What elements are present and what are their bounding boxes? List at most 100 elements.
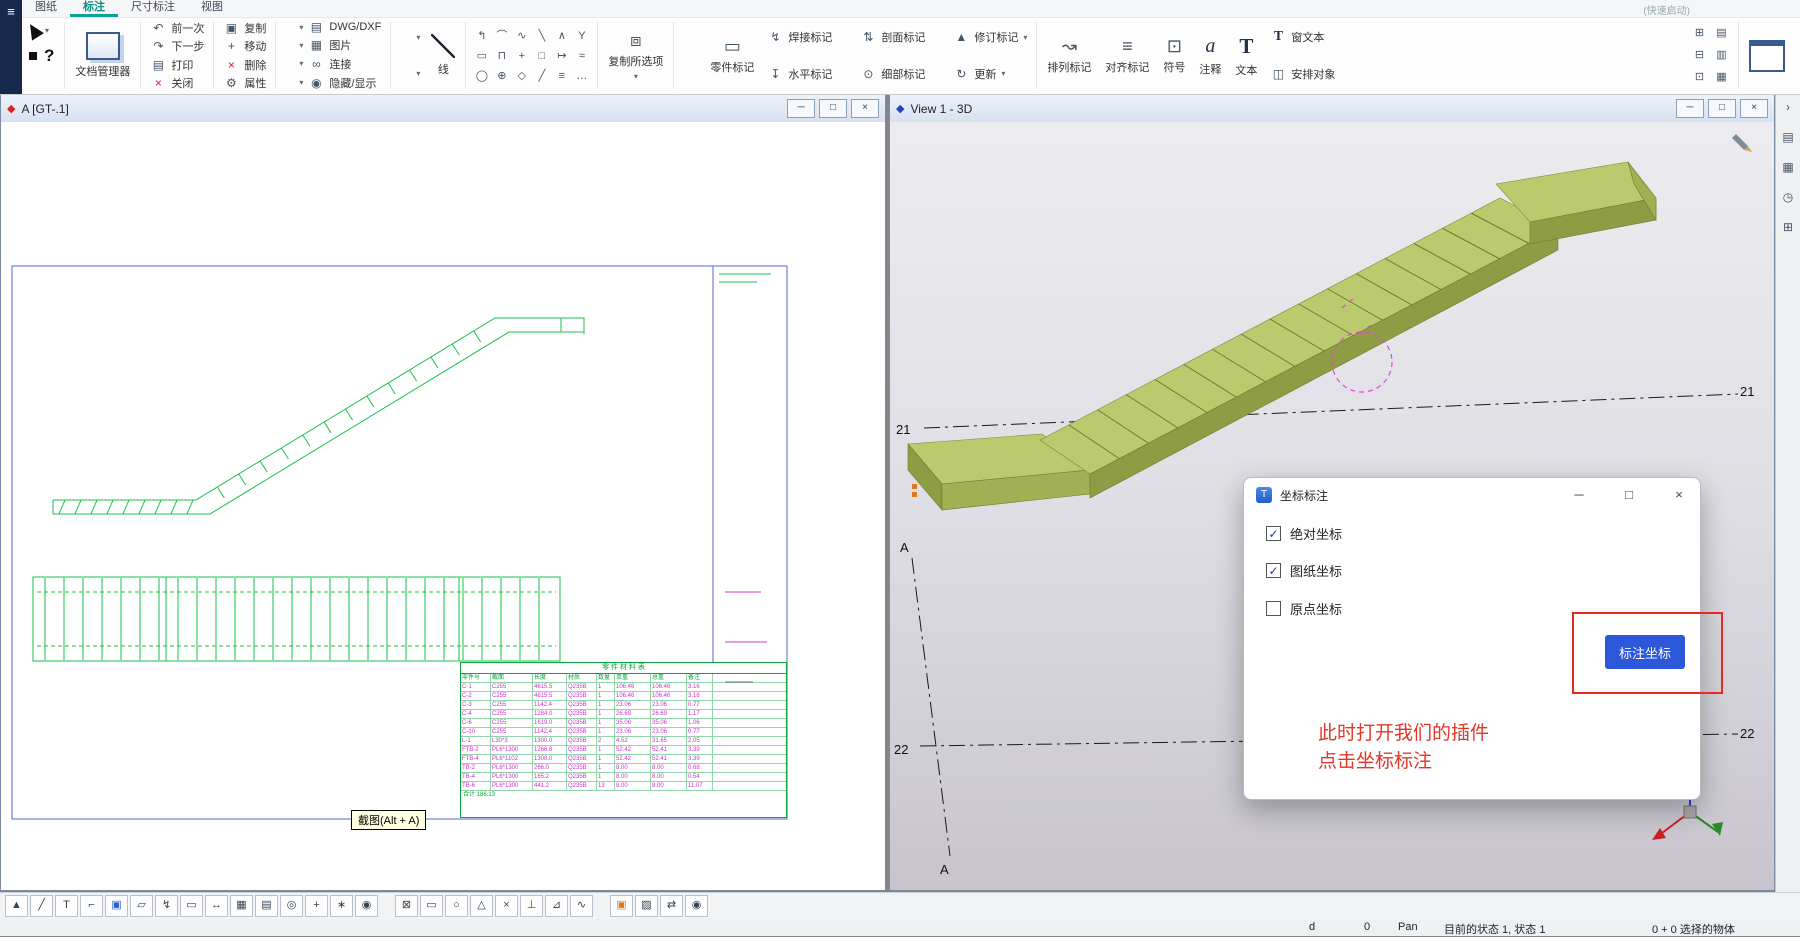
select-span[interactable]: ↔ <box>205 895 228 917</box>
pick-box-icon[interactable] <box>29 52 37 60</box>
select-grid[interactable]: ▦ <box>230 895 253 917</box>
hatch-tool[interactable]: ≡ <box>553 67 570 84</box>
snap-hatched[interactable]: ▨ <box>635 895 658 917</box>
point-tool[interactable]: ⊕ <box>493 67 510 84</box>
snap-curve[interactable]: ∿ <box>570 895 593 917</box>
select-pointer[interactable]: ▲ <box>5 895 28 917</box>
arc-tool[interactable]: ⌒ <box>493 27 510 44</box>
text-button[interactable]: T文本 <box>1228 17 1264 94</box>
move-button[interactable]: +移动 <box>221 38 268 54</box>
model-view-area[interactable]: 21 21 22 22 A A <box>890 122 1774 890</box>
snap-arrows[interactable]: ⇄ <box>660 895 683 917</box>
section-mark-button[interactable]: ⇅剖面标记 <box>858 29 927 45</box>
revision-caret[interactable]: ▾ <box>1023 33 1027 42</box>
ribbon-tab-1[interactable]: 图纸 <box>22 0 70 17</box>
select-filled-area[interactable]: ▣ <box>105 895 128 917</box>
pan-tool[interactable]: + <box>305 895 328 917</box>
circle-tool[interactable]: ◯ <box>473 67 490 84</box>
quick-launch[interactable]: (快速启动) <box>1643 2 1690 17</box>
view-close-button[interactable]: × <box>1740 99 1768 118</box>
mini-layout-6[interactable]: ▦ <box>1712 68 1731 87</box>
curve-tool[interactable]: ∿ <box>513 27 530 44</box>
select-hatch[interactable]: ▤ <box>255 895 278 917</box>
diamond-tool[interactable]: ◇ <box>513 67 530 84</box>
select-rect[interactable]: ▭ <box>180 895 203 917</box>
drawing-canvas-area[interactable]: 零 件 材 料 表零件号截面长度材质数量单重总重备注C-1C2554615.5Q… <box>1 122 885 890</box>
drawing-restore-button[interactable]: □ <box>819 99 847 118</box>
origin-coordinates-checkbox[interactable] <box>1266 601 1281 616</box>
select-dimension[interactable]: ⌐ <box>80 895 103 917</box>
slope-tool[interactable]: ╱ <box>533 67 550 84</box>
window-text-button[interactable]: T窗文本 <box>1268 29 1337 45</box>
select-part[interactable]: ▱ <box>130 895 153 917</box>
snap-circle[interactable]: ○ <box>445 895 468 917</box>
arch-tool[interactable]: ⊓ <box>493 47 510 64</box>
ribbon-tab-4[interactable]: 视图 <box>188 0 236 17</box>
visibility-tool[interactable]: ◉ <box>355 895 378 917</box>
update-caret[interactable]: ▾ <box>1001 69 1005 78</box>
line-dropdown-caret-1[interactable]: ▾ <box>416 33 420 42</box>
select-weld[interactable]: ↯ <box>155 895 178 917</box>
part-mark-button[interactable]: ▭ 零件标记 <box>703 17 761 94</box>
mini-layout-1[interactable]: ⊞ <box>1690 24 1709 43</box>
close-drawing-button[interactable]: ×关闭 <box>148 75 206 91</box>
line-segment-tool[interactable]: ╲ <box>533 27 550 44</box>
ribbon-tab-3[interactable]: 尺寸标注 <box>118 0 188 17</box>
drawing-close-button[interactable]: × <box>851 99 879 118</box>
dwg-dropdown-caret[interactable]: ▾ <box>299 23 303 32</box>
copy-selected-caret[interactable]: ▾ <box>634 72 638 81</box>
mini-layout-3[interactable]: ⊟ <box>1690 46 1709 65</box>
symbol-button[interactable]: ⊡符号 <box>1156 17 1192 94</box>
snap-triangle[interactable]: △ <box>470 895 493 917</box>
copy-selected-button[interactable]: ⧈ 复制所选项 ▾ <box>601 17 670 94</box>
more-tools[interactable]: … <box>573 67 590 84</box>
snap-perpendicular[interactable]: ⊥ <box>520 895 543 917</box>
note-button[interactable]: a注释 <box>1192 17 1228 94</box>
hide-show-button[interactable]: ▾◉隐藏/显示 <box>297 75 383 91</box>
model-view-titlebar[interactable]: ◆ View 1 - 3D ─ □ × <box>890 95 1774 123</box>
zoom-tool[interactable]: ◎ <box>280 895 303 917</box>
line-dropdown-caret-2[interactable]: ▾ <box>416 69 420 78</box>
delete-button[interactable]: ×删除 <box>221 57 268 73</box>
select-text-tool[interactable]: T <box>55 895 78 917</box>
cross-tool[interactable]: + <box>513 47 530 64</box>
wave-tool[interactable]: ≈ <box>573 47 590 64</box>
offset-tool[interactable]: ↦ <box>553 47 570 64</box>
align-marks-button[interactable]: ≡对齐标记 <box>1098 17 1156 94</box>
dialog-titlebar[interactable]: T 坐标标注 ─ □ × <box>1244 478 1700 512</box>
panel-apps[interactable]: ⊞ <box>1783 220 1793 234</box>
link-dropdown-caret[interactable]: ▾ <box>299 59 303 68</box>
absolute-coordinates-checkbox[interactable]: ✓ <box>1266 526 1281 541</box>
panel-properties[interactable]: ▤ <box>1782 130 1793 144</box>
rectangle-tool[interactable]: ▭ <box>473 47 490 64</box>
snap-filled[interactable]: ▣ <box>610 895 633 917</box>
level-mark-button[interactable]: ↧水平标记 <box>765 66 834 82</box>
hide-show-dropdown-caret[interactable]: ▾ <box>299 78 303 87</box>
weld-mark-button[interactable]: ↯焊接标记 <box>765 29 834 45</box>
snap-box[interactable]: ⊠ <box>395 895 418 917</box>
polyline-tool[interactable]: ↰ <box>473 27 490 44</box>
arrange-objects-button[interactable]: ◫安排对象 <box>1268 66 1337 82</box>
document-manager-button[interactable]: 文档管理器 <box>68 17 137 94</box>
app-menu-button[interactable]: ≡ <box>0 0 22 94</box>
mini-layout-2[interactable]: ▤ <box>1712 24 1731 43</box>
ribbon-tab-2[interactable]: 标注 <box>70 0 118 17</box>
previous-button[interactable]: ↶前一次 <box>148 20 206 36</box>
collapse-panel-arrow[interactable]: › <box>1786 100 1790 114</box>
insert-image-button[interactable]: ▾▦图片 <box>297 37 383 53</box>
mini-layout-5[interactable]: ⊡ <box>1690 68 1709 87</box>
pointer-dropdown-caret[interactable]: ▾ <box>45 26 49 35</box>
dialog-maximize-button[interactable]: □ <box>1608 479 1650 511</box>
snap-angle[interactable]: ⊿ <box>545 895 568 917</box>
properties-button[interactable]: ⚙属性 <box>221 75 268 91</box>
view-minimize-button[interactable]: ─ <box>1676 99 1704 118</box>
view-restore-button[interactable]: □ <box>1708 99 1736 118</box>
drawing-window-titlebar[interactable]: ◆ A [GT-.1] ─ □ × <box>1 95 885 123</box>
copy-button[interactable]: ▣复制 <box>221 20 268 36</box>
panel-history[interactable]: ◷ <box>1783 190 1793 204</box>
panel-components[interactable]: ▦ <box>1782 160 1793 174</box>
insert-link-button[interactable]: ▾∞连接 <box>297 56 383 72</box>
snap-cross[interactable]: × <box>495 895 518 917</box>
revision-mark-button[interactable]: ▲修订标记▾ <box>951 29 1029 45</box>
freeze-tool[interactable]: ∗ <box>330 895 353 917</box>
